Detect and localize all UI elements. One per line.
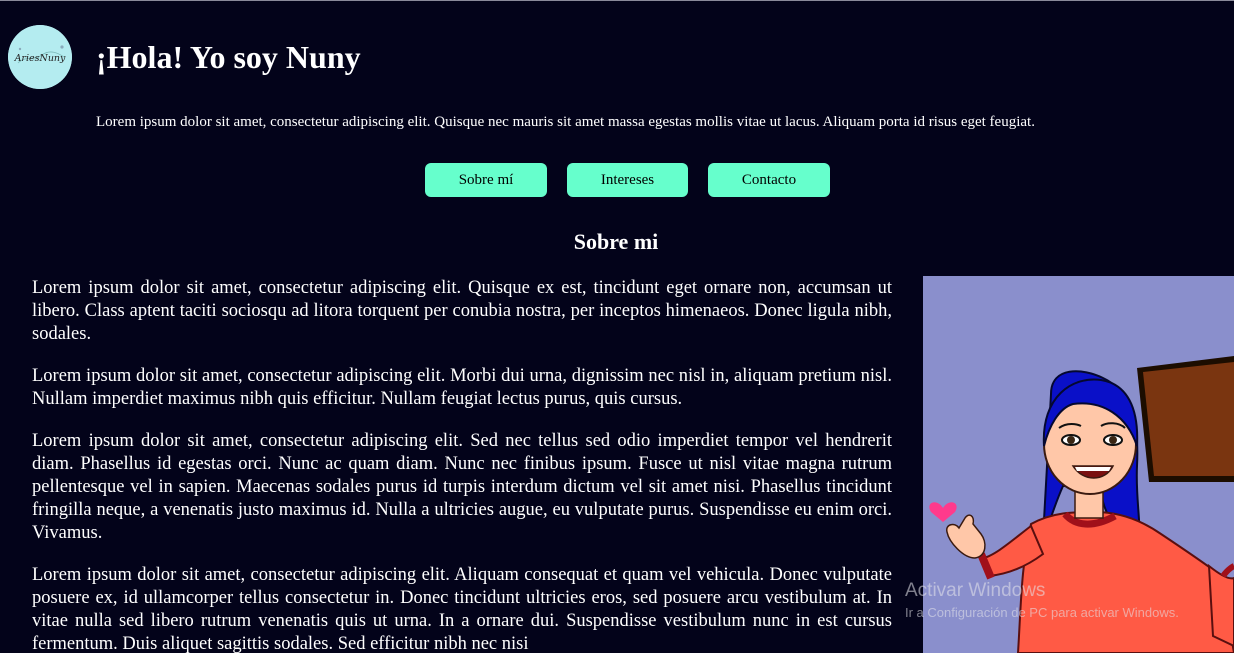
nav-button-intereses[interactable]: Intereses [567, 163, 688, 197]
about-paragraph: Lorem ipsum dolor sit amet, consectetur … [32, 366, 892, 409]
about-paragraph: Lorem ipsum dolor sit amet, consectetur … [32, 431, 892, 543]
top-border [0, 0, 1234, 1]
nav-button-sobre-mi[interactable]: Sobre mí [425, 163, 547, 197]
main-nav: Sobre mí Intereses Contacto [425, 163, 830, 197]
section-title-about: Sobre mi [573, 229, 659, 254]
logo[interactable]: AriesNuny [8, 25, 72, 89]
about-content: Lorem ipsum dolor sit amet, consectetur … [32, 277, 892, 653]
logo-text: AriesNuny [14, 53, 66, 64]
about-paragraph: Lorem ipsum dolor sit amet, consectetur … [32, 278, 892, 344]
about-paragraph: Lorem ipsum dolor sit amet, consectetur … [32, 565, 892, 653]
page-title: ¡Hola! Yo soy Nuny [96, 39, 361, 75]
nav-button-contacto[interactable]: Contacto [708, 163, 830, 197]
logo-graphic: AriesNuny [8, 25, 72, 89]
portrait-illustration [923, 276, 1234, 653]
intro-text: Lorem ipsum dolor sit amet, consectetur … [96, 114, 1035, 130]
